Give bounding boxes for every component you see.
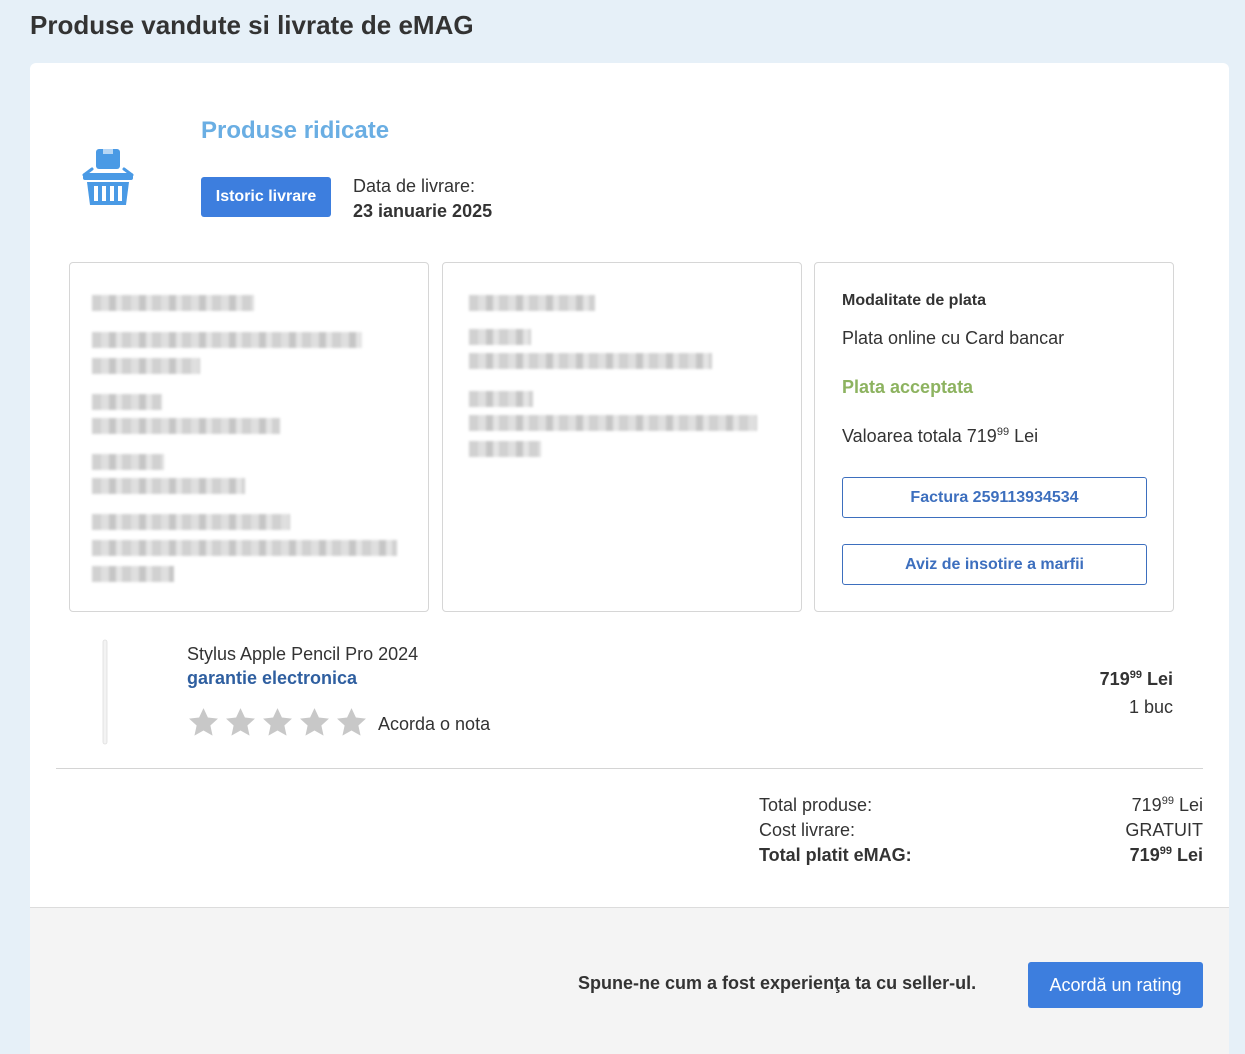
page-title: Produse vandute si livrate de eMAG — [30, 10, 474, 40]
product-quantity: 1 buc — [1128, 697, 1173, 717]
summary-total-decimals: 99 — [1159, 845, 1172, 857]
order-status-title: Produse ridicate — [201, 117, 390, 144]
summary-shipping-label: Cost livrare: — [759, 820, 856, 840]
summary-shipping-value: GRATUIT — [1125, 820, 1203, 840]
redacted-text — [92, 478, 245, 494]
redacted-text — [92, 454, 164, 470]
summary-total-currency: Lei — [1176, 845, 1203, 865]
delivery-details-box — [69, 262, 429, 612]
redacted-text — [469, 295, 595, 311]
payment-total-decimals: 99 — [996, 426, 1010, 438]
redacted-text — [92, 295, 254, 311]
delivery-history-button[interactable]: Istoric livrare — [201, 177, 331, 217]
redacted-text — [469, 329, 531, 345]
warranty-link[interactable]: garantie electronica — [187, 668, 357, 689]
rate-seller-button[interactable]: Acordă un rating — [1028, 962, 1203, 1008]
summary-products-amount: 719 — [1131, 795, 1162, 815]
product-image[interactable] — [100, 638, 110, 746]
product-name[interactable]: Stylus Apple Pencil Pro 2024 — [187, 644, 418, 665]
billing-details-box — [442, 262, 802, 612]
redacted-text — [92, 394, 162, 410]
delivery-date-label: Data de livrare: — [353, 176, 476, 196]
redacted-text — [469, 353, 712, 369]
payment-box: Modalitate de plata Plata online cu Card… — [814, 262, 1174, 612]
product-price-amount: 719 — [1099, 669, 1130, 689]
redacted-text — [92, 332, 362, 348]
redacted-text — [92, 540, 397, 556]
redacted-text — [92, 358, 200, 374]
payment-total: Valoarea totala 71999 Lei — [842, 426, 1038, 447]
delivery-notice-button[interactable]: Aviz de insotire a marfii — [842, 544, 1147, 585]
summary-products-decimals: 99 — [1161, 795, 1174, 807]
payment-total-currency: Lei — [1014, 426, 1039, 446]
redacted-text — [92, 566, 174, 582]
star-icon[interactable] — [224, 706, 257, 739]
summary-products-currency: Lei — [1178, 795, 1203, 815]
star-icon[interactable] — [335, 706, 368, 739]
redacted-text — [469, 391, 533, 407]
redacted-text — [92, 514, 290, 530]
summary-total-amount: 719 — [1129, 845, 1160, 865]
rating-stars[interactable] — [187, 706, 368, 739]
star-icon[interactable] — [261, 706, 294, 739]
seller-rating-prompt: Spune-ne cum a fost experienţa ta cu sel… — [578, 973, 977, 993]
star-icon[interactable] — [187, 706, 220, 739]
summary-products-label: Total produse: — [759, 795, 873, 815]
product-price: 71999 Lei — [1100, 669, 1173, 690]
invoice-button[interactable]: Factura 259113934534 — [842, 477, 1147, 518]
divider — [56, 768, 1203, 769]
redacted-text — [469, 415, 757, 431]
product-price-decimals: 99 — [1129, 669, 1142, 681]
summary-products-value: 71999 Lei — [1132, 795, 1203, 816]
payment-total-label: Valoarea totala — [842, 426, 962, 446]
payment-total-amount: 719 — [966, 426, 997, 446]
payment-title: Modalitate de plata — [842, 292, 987, 309]
payment-method: Plata online cu Card bancar — [842, 328, 1065, 348]
delivery-date: 23 ianuarie 2025 — [353, 201, 493, 221]
summary-total-label: Total platit eMAG: — [759, 845, 912, 865]
product-price-currency: Lei — [1146, 669, 1173, 689]
order-card: Produse ridicate Istoric livrare Data de… — [30, 63, 1229, 1054]
rating-label[interactable]: Acorda o nota — [378, 714, 490, 735]
shopping-basket-icon — [82, 149, 134, 205]
redacted-text — [92, 418, 280, 434]
redacted-text — [469, 441, 541, 457]
payment-status: Plata acceptata — [842, 377, 974, 397]
seller-rating-footer: Spune-ne cum a fost experienţa ta cu sel… — [30, 907, 1229, 1054]
star-icon[interactable] — [298, 706, 331, 739]
summary-total-value: 71999 Lei — [1130, 845, 1203, 866]
